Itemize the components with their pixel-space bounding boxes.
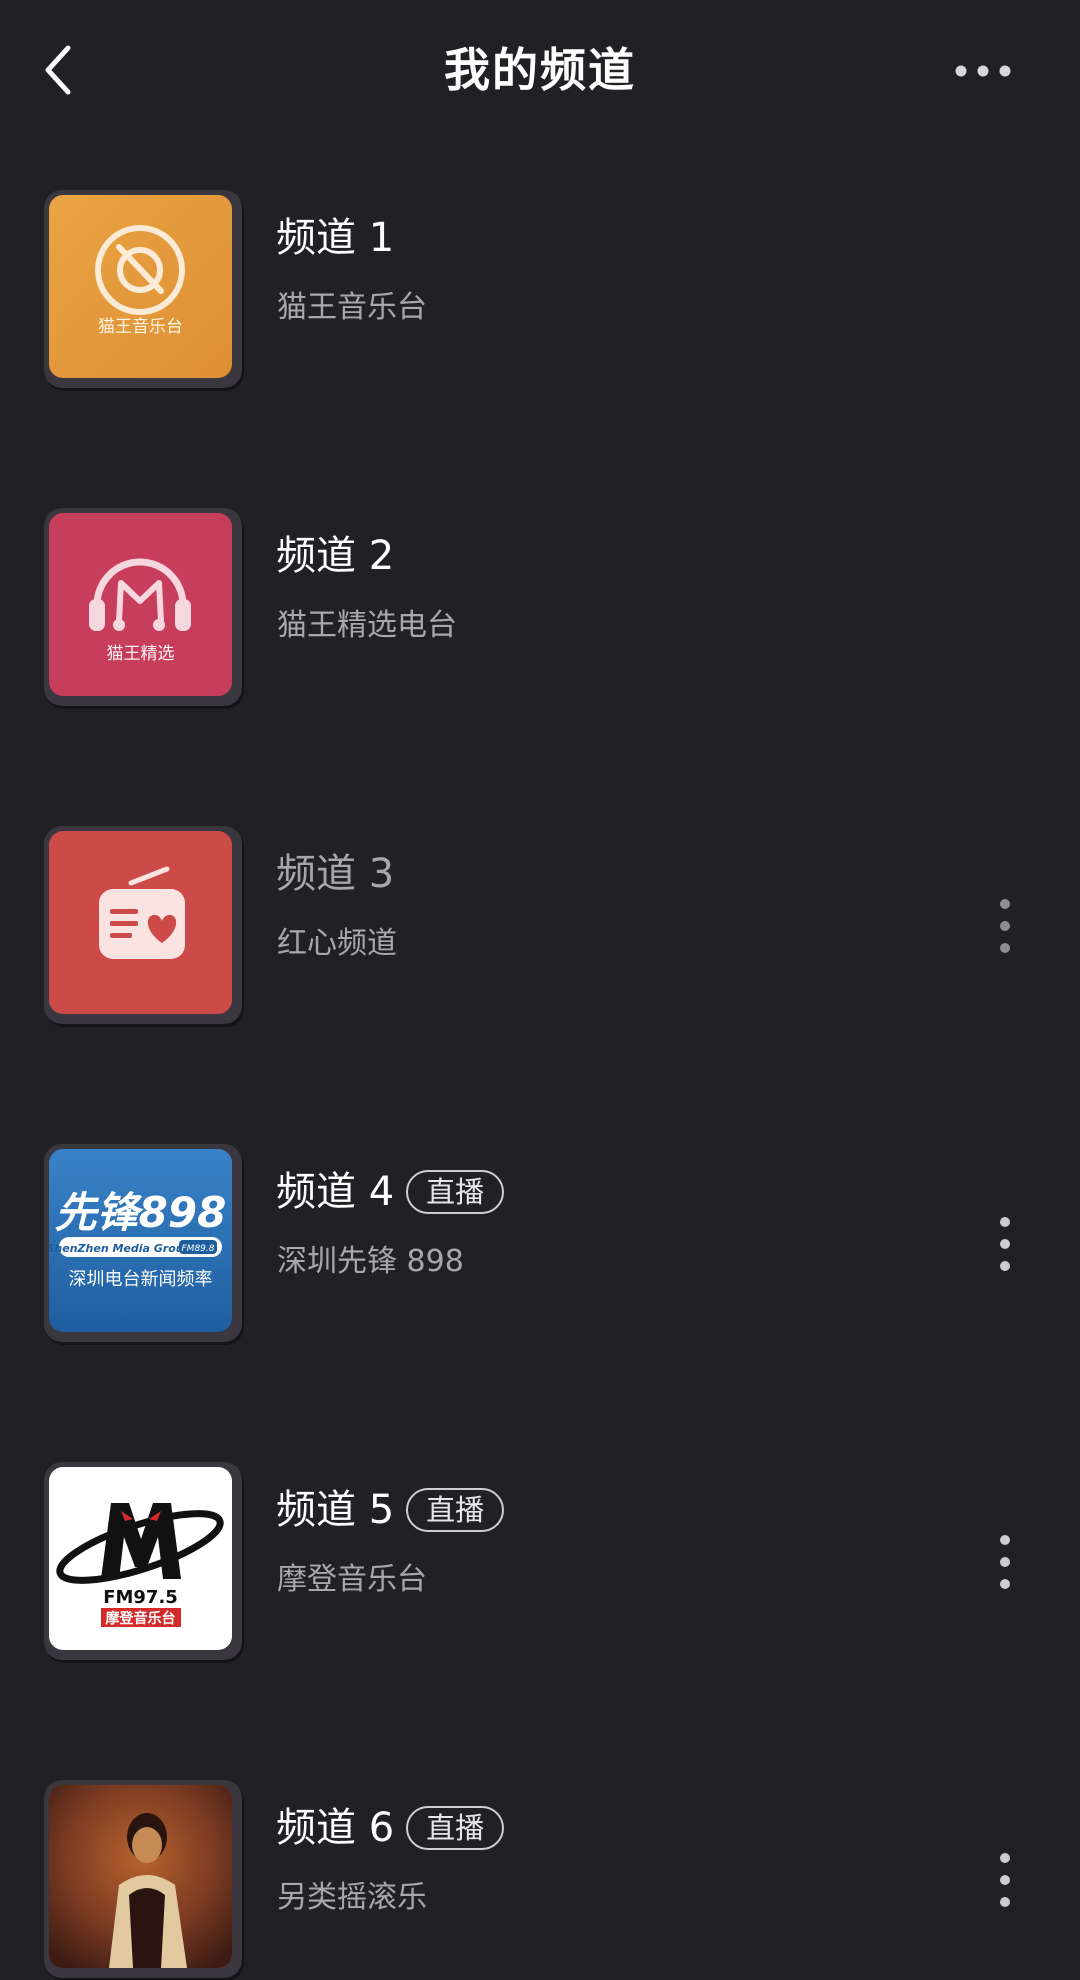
live-badge: 直播 xyxy=(406,1170,505,1214)
cover-label: 深圳电台新闻频率 xyxy=(69,1269,213,1290)
channel-row[interactable]: FM97.5 摩登音乐台 频道 5 直播 摩登音乐台 xyxy=(0,1462,1080,1662)
channel-cover[interactable] xyxy=(44,1780,242,1978)
more-vertical-icon xyxy=(1000,1217,1010,1271)
more-button[interactable] xyxy=(945,55,1015,85)
channel-title: 频道 5 xyxy=(276,1487,395,1533)
channel-subtitle: 红心频道 xyxy=(277,926,397,961)
live-badge: 直播 xyxy=(406,1488,505,1532)
channel-title: 频道 2 xyxy=(276,533,395,579)
channel-row[interactable]: 先锋898 ShenZhen Media Group FM89.8 深圳电台新闻… xyxy=(0,1144,1080,1344)
maowang-logo-icon: 猫王音乐台 xyxy=(49,195,232,378)
channel-subtitle: 深圳先锋 898 xyxy=(277,1244,464,1279)
channel-row[interactable]: 猫王音乐台 频道 1 猫王音乐台 xyxy=(0,190,1080,390)
station-logo-icon: 先锋898 ShenZhen Media Group FM89.8 深圳电台新闻… xyxy=(49,1149,232,1332)
live-badge: 直播 xyxy=(406,1806,505,1850)
channel-title: 频道 4 xyxy=(276,1169,395,1215)
row-more-button[interactable] xyxy=(990,1214,1020,1274)
cover-label: 猫王精选 xyxy=(107,644,175,664)
channel-cover[interactable] xyxy=(44,826,242,1024)
page-title: 我的频道 xyxy=(444,43,636,97)
row-more-button[interactable] xyxy=(990,1532,1020,1592)
channel-subtitle: 猫王精选电台 xyxy=(277,608,457,643)
album-art-image xyxy=(49,1785,232,1968)
cover-label: 摩登音乐台 xyxy=(106,1610,176,1627)
row-more-button[interactable] xyxy=(990,896,1020,956)
cover-label: 先锋898 xyxy=(55,1188,227,1237)
headphones-cat-icon: 猫王精选 xyxy=(49,513,232,696)
row-more-button[interactable] xyxy=(990,1850,1020,1910)
channel-title: 频道 1 xyxy=(276,215,395,261)
channel-subtitle: 另类摇滚乐 xyxy=(277,1880,427,1915)
channel-title: 频道 6 xyxy=(276,1805,395,1851)
radio-heart-icon xyxy=(49,831,232,1014)
more-vertical-icon xyxy=(1000,1853,1010,1907)
channel-subtitle: 猫王音乐台 xyxy=(277,290,427,325)
channel-subtitle: 摩登音乐台 xyxy=(277,1562,427,1597)
channel-cover[interactable]: 猫王音乐台 xyxy=(44,190,242,388)
cover-label: 猫王音乐台 xyxy=(98,317,183,337)
channel-title: 频道 3 xyxy=(276,851,395,897)
channel-cover[interactable]: FM97.5 摩登音乐台 xyxy=(44,1462,242,1660)
more-horizontal-icon xyxy=(955,65,1011,77)
channel-row[interactable]: 频道 6 直播 另类摇滚乐 xyxy=(0,1780,1080,1980)
cover-label: FM97.5 xyxy=(103,1587,178,1608)
cover-label: FM89.8 xyxy=(182,1244,215,1254)
modern-music-logo-icon: FM97.5 摩登音乐台 xyxy=(49,1467,232,1650)
header: 我的频道 xyxy=(0,0,1080,145)
more-vertical-icon xyxy=(1000,899,1010,953)
more-vertical-icon xyxy=(1000,1535,1010,1589)
cover-label: ShenZhen Media Group xyxy=(49,1242,192,1255)
channel-row[interactable]: 频道 3 红心频道 xyxy=(0,826,1080,1026)
channel-cover[interactable]: 猫王精选 xyxy=(44,508,242,706)
channel-row[interactable]: 猫王精选 频道 2 猫王精选电台 xyxy=(0,508,1080,708)
channel-cover[interactable]: 先锋898 ShenZhen Media Group FM89.8 深圳电台新闻… xyxy=(44,1144,242,1342)
